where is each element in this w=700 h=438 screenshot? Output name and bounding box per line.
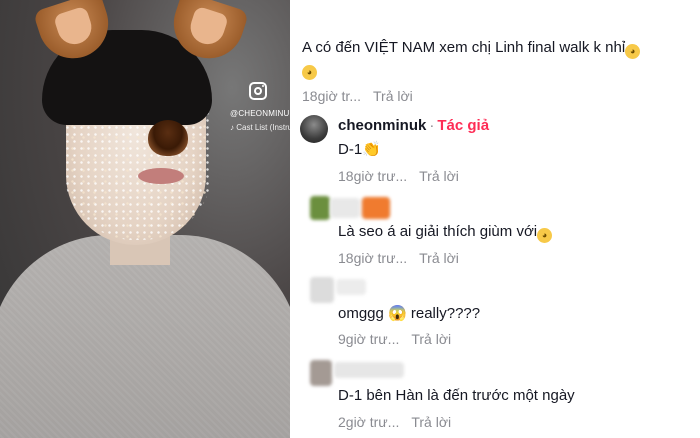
video-frame[interactable]: @CHEONMINUK ♪ Cast List (Instrum <box>0 0 290 438</box>
dog-nose-filter <box>148 120 188 156</box>
comment-meta: 18giờ trư... Trả lời <box>338 168 459 184</box>
author-badge: Tác giả <box>437 117 490 134</box>
comment-text: Là seo á ai giải thích giùm với ◕ <box>338 222 553 243</box>
avatar[interactable] <box>310 360 332 386</box>
avatar[interactable] <box>310 196 330 220</box>
pleading-face-emoji: ◕ <box>302 65 317 80</box>
comment-text: D-1👏 <box>338 141 381 158</box>
comment-meta: 2giờ trư... Trả lời <box>338 414 452 430</box>
reply-button[interactable]: Trả lời <box>411 331 451 347</box>
pleading-face-emoji: ◕ <box>537 228 553 243</box>
sweater <box>0 235 290 438</box>
blurred-username <box>330 198 360 218</box>
avatar[interactable] <box>310 277 334 303</box>
comment-text: omggg 😱 really???? <box>338 305 481 322</box>
instagram-icon <box>249 82 267 100</box>
comment-meta: 18giờ trư... Trả lời <box>338 250 459 266</box>
comment-text: A có đến VIỆT NAM xem chị Linh final wal… <box>302 38 697 80</box>
mouth <box>138 168 184 184</box>
video-music-label: ♪ Cast List (Instrum <box>230 123 290 132</box>
comment-meta: 18giờ tr... Trả lời <box>302 88 413 104</box>
avatar[interactable] <box>300 115 328 143</box>
reply-button[interactable]: Trả lời <box>419 168 459 184</box>
blurred-username <box>336 279 366 295</box>
comment-username[interactable]: cheonminuk · Tác giả <box>338 117 489 134</box>
comments-panel: A có đến VIỆT NAM xem chị Linh final wal… <box>290 0 700 438</box>
comment-meta: 9giờ trư... Trả lời <box>338 331 452 347</box>
reply-button[interactable]: Trả lời <box>419 250 459 266</box>
video-handle: @CHEONMINUK <box>230 109 290 118</box>
reply-button[interactable]: Trả lời <box>411 414 451 430</box>
reply-button[interactable]: Trả lời <box>373 88 413 104</box>
comment-text: D-1 bên Hàn là đến trước một ngày <box>338 387 575 404</box>
comment-time: 18giờ tr... <box>302 88 361 104</box>
clapping-hands-emoji: 👏 <box>362 141 381 158</box>
blurred-username <box>334 362 404 378</box>
pleading-face-emoji: ◕ <box>625 44 641 59</box>
blurred-username <box>362 197 390 219</box>
